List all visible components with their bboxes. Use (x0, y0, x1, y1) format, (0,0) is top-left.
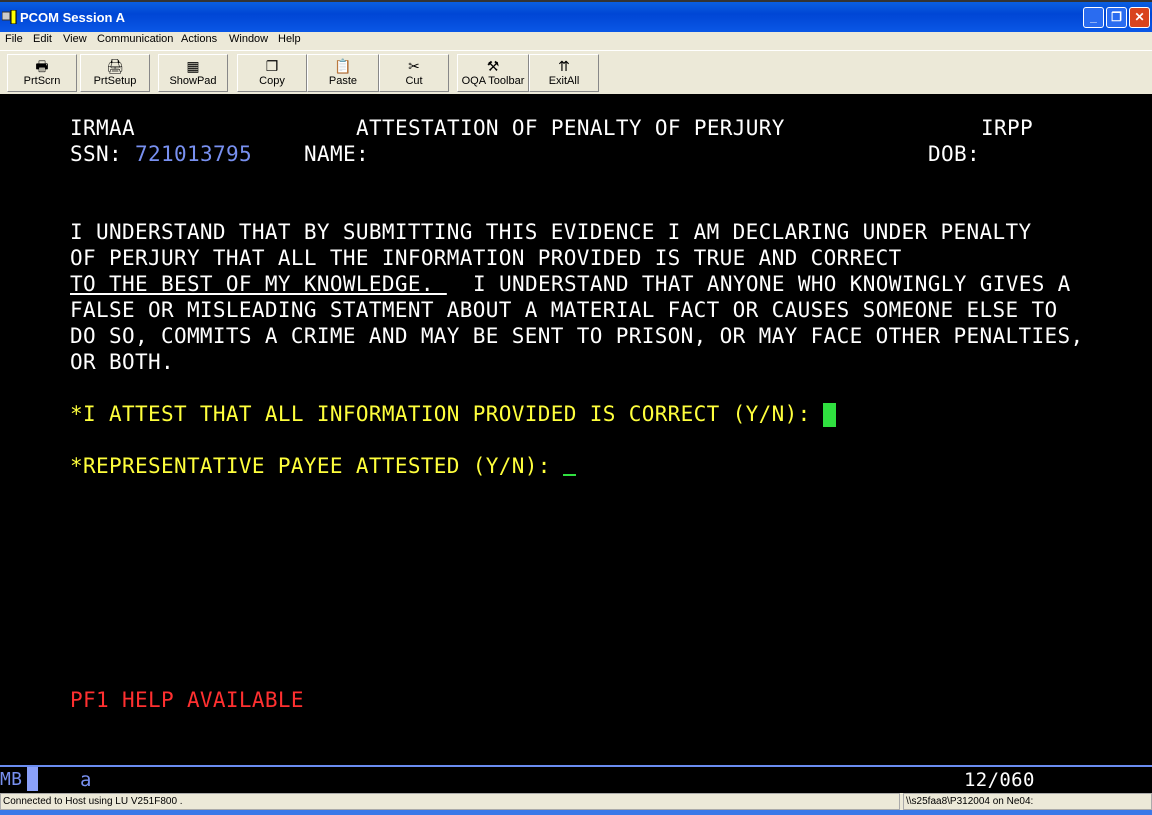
menu-edit[interactable]: Edit (33, 33, 52, 45)
declaration-line: DO SO, COMMITS A CRIME AND MAY BE SENT T… (70, 324, 1084, 348)
attest-input[interactable] (823, 403, 836, 427)
paste-button[interactable]: 📋 Paste (307, 54, 379, 92)
help-message: PF1 HELP AVAILABLE (70, 688, 304, 712)
declaration-line: FALSE OR MISLEADING STATMENT ABOUT A MAT… (70, 298, 1058, 322)
cursor-position: 12/060 (964, 769, 1035, 791)
printer-setup-icon: 🖨 (106, 58, 124, 74)
menu-communication[interactable]: Communication (97, 33, 173, 45)
copy-icon: ❐ (265, 58, 279, 74)
menu-actions[interactable]: Actions (181, 33, 217, 45)
exit-all-icon: ⇈ (558, 58, 570, 74)
declaration-line: I UNDERSTAND THAT BY SUBMITTING THIS EVI… (70, 220, 1032, 244)
oqa-toolbar-button[interactable]: ⚒ OQA Toolbar (457, 54, 529, 92)
attest-label: *I ATTEST THAT ALL INFORMATION PROVIDED … (70, 402, 811, 426)
window-border (0, 810, 1152, 815)
mode-indicator: MB (0, 769, 23, 790)
app-icon[interactable] (1, 9, 18, 25)
payee-input[interactable] (563, 474, 576, 476)
showpad-button[interactable]: ▦ ShowPad (158, 54, 228, 92)
menu-window[interactable]: Window (229, 33, 268, 45)
exitall-button[interactable]: ⇈ ExitAll (529, 54, 599, 92)
declaration-line: OR BOTH. (70, 350, 174, 374)
declaration-line: OF PERJURY THAT ALL THE INFORMATION PROV… (70, 246, 902, 270)
copy-button[interactable]: ❐ Copy (237, 54, 307, 92)
terminal-screen[interactable]: IRMAA ATTESTATION OF PENALTY OF PERJURY … (0, 94, 1152, 765)
declaration-line: I UNDERSTAND THAT ANYONE WHO KNOWINGLY G… (460, 272, 1071, 296)
dob-label: DOB: (928, 142, 980, 166)
scissors-icon: ✂ (408, 58, 420, 74)
connection-status: Connected to Host using LU V251F800 . (0, 793, 900, 810)
screen-id: IRPP (981, 116, 1033, 140)
print-screen-icon: 🖶 (35, 58, 49, 74)
menu-bar: File Edit View Communication Actions Win… (0, 32, 1152, 50)
cut-button[interactable]: ✂ Cut (379, 54, 449, 92)
workstation-info: \\s25faa8\P312004 on Ne04: (903, 793, 1152, 810)
prtscrn-button[interactable]: 🖶 PrtScrn (7, 54, 77, 92)
menu-file[interactable]: File (5, 33, 23, 45)
session-indicator: a (80, 769, 92, 791)
screen-heading: ATTESTATION OF PENALTY OF PERJURY (356, 116, 785, 140)
declaration-line-underlined: TO THE BEST OF MY KNOWLEDGE. (70, 272, 447, 296)
paste-icon: 📋 (334, 58, 352, 74)
ssn-label: SSN: (70, 142, 122, 166)
toolbar: 🖶 PrtScrn 🖨 PrtSetup ▦ ShowPad ❐ Copy 📋 Paste… (0, 50, 1152, 94)
system-name: IRMAA (70, 116, 135, 140)
payee-label: *REPRESENTATIVE PAYEE ATTESTED (Y/N): (70, 454, 551, 478)
title-bar: PCOM Session A _ ❐ ✕ (0, 0, 1152, 32)
prtsetup-button[interactable]: 🖨 PrtSetup (80, 54, 150, 92)
minimize-button[interactable]: _ (1083, 7, 1104, 28)
restore-button[interactable]: ❐ (1106, 7, 1127, 28)
close-button[interactable]: ✕ (1129, 7, 1150, 28)
hammer-icon: ⚒ (486, 58, 500, 74)
status-bar: Connected to Host using LU V251F800 . \\… (0, 793, 1152, 810)
menu-view[interactable]: View (63, 33, 87, 45)
oia-cursor (27, 767, 38, 791)
menu-help[interactable]: Help (278, 33, 301, 45)
name-label: NAME: (304, 142, 369, 166)
ssn-value: 721013795 (135, 142, 252, 166)
keypad-icon: ▦ (186, 58, 200, 74)
window-title: PCOM Session A (20, 10, 125, 25)
operator-info-area: MB a 12/060 (0, 765, 1152, 793)
